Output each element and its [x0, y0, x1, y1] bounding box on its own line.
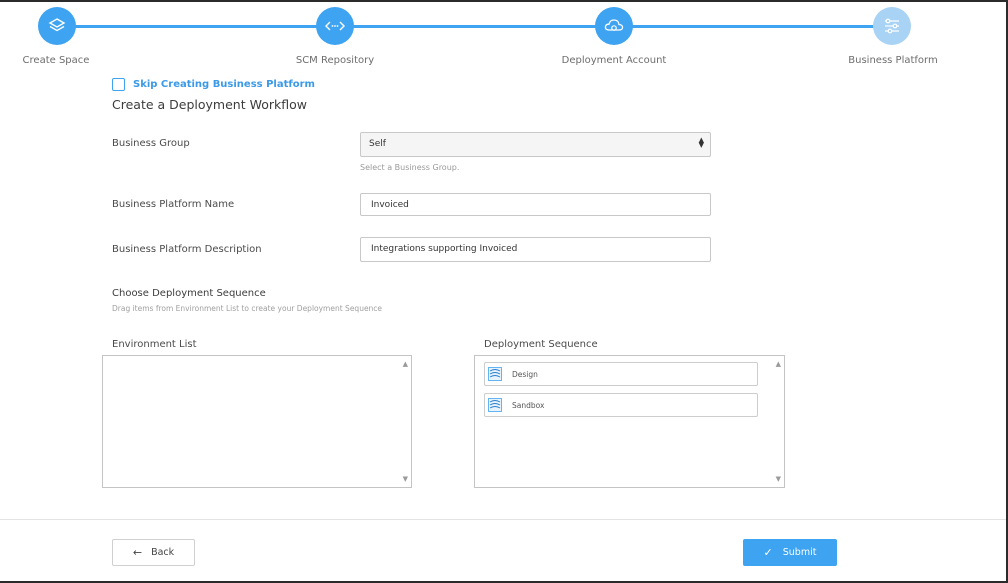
environment-list-label: Environment List — [112, 339, 197, 350]
scroll-down-icon[interactable]: ▼ — [403, 475, 408, 483]
submit-button-label: Submit — [782, 547, 817, 558]
sliders-icon — [885, 18, 899, 34]
skip-checkbox-label[interactable]: Skip Creating Business Platform — [133, 79, 315, 90]
code-arrows-icon — [325, 21, 345, 31]
step-business-platform[interactable] — [873, 7, 911, 45]
back-button[interactable]: ← Back — [112, 539, 195, 566]
platform-description-label: Business Platform Description — [112, 244, 262, 255]
step-create-space[interactable] — [38, 7, 76, 45]
sequence-item-sandbox[interactable]: Sandbox — [484, 393, 758, 417]
form-title: Create a Deployment Workflow — [112, 97, 307, 112]
sequence-item-design[interactable]: Design — [484, 362, 758, 386]
stepper-connector — [74, 25, 879, 28]
platform-description-value: Integrations supporting Invoiced — [371, 244, 518, 254]
select-arrows-icon: ▲ ▼ — [698, 136, 704, 149]
platform-name-label: Business Platform Name — [112, 199, 235, 210]
platform-name-input[interactable]: Invoiced — [360, 193, 711, 216]
submit-button[interactable]: ✓ Submit — [743, 539, 837, 566]
scroll-down-icon[interactable]: ▼ — [776, 475, 781, 483]
business-group-hint: Select a Business Group. — [360, 163, 460, 172]
step-scm-repository[interactable] — [316, 7, 354, 45]
sequence-item-label: Sandbox — [512, 400, 545, 410]
scroll-up-icon[interactable]: ▲ — [776, 360, 781, 368]
step-label-scm-repository: SCM Repository — [295, 55, 375, 66]
step-label-deployment-account: Deployment Account — [561, 55, 667, 66]
skip-checkbox[interactable] — [112, 78, 125, 91]
sequence-section-hint: Drag items from Environment List to crea… — [112, 304, 383, 313]
deployment-sequence-label: Deployment Sequence — [484, 339, 598, 350]
business-group-value: Self — [369, 139, 386, 149]
check-icon: ✓ — [763, 546, 773, 559]
environment-icon — [488, 398, 502, 412]
sequence-section-title: Choose Deployment Sequence — [112, 288, 266, 299]
business-group-select[interactable]: Self ▲ ▼ — [360, 132, 711, 157]
sequence-item-label: Design — [512, 369, 538, 379]
scroll-up-icon[interactable]: ▲ — [403, 360, 408, 368]
layers-icon — [48, 18, 66, 32]
step-label-business-platform: Business Platform — [848, 55, 938, 66]
business-group-label: Business Group — [112, 138, 190, 149]
deployment-sequence-list[interactable]: Design Sandbox ▲ ▼ — [474, 355, 785, 488]
platform-description-input[interactable]: Integrations supporting Invoiced — [360, 237, 711, 262]
arrow-left-icon: ← — [132, 546, 143, 559]
step-deployment-account[interactable] — [595, 7, 633, 45]
platform-name-value: Invoiced — [371, 200, 409, 210]
back-button-label: Back — [151, 547, 175, 558]
environment-icon — [488, 367, 502, 381]
cloud-icon — [604, 19, 624, 31]
step-label-create-space: Create Space — [22, 55, 90, 66]
footer-divider — [0, 519, 1006, 520]
environment-list[interactable]: ▲ ▼ — [102, 355, 412, 488]
skip-business-platform[interactable]: Skip Creating Business Platform — [112, 78, 315, 91]
